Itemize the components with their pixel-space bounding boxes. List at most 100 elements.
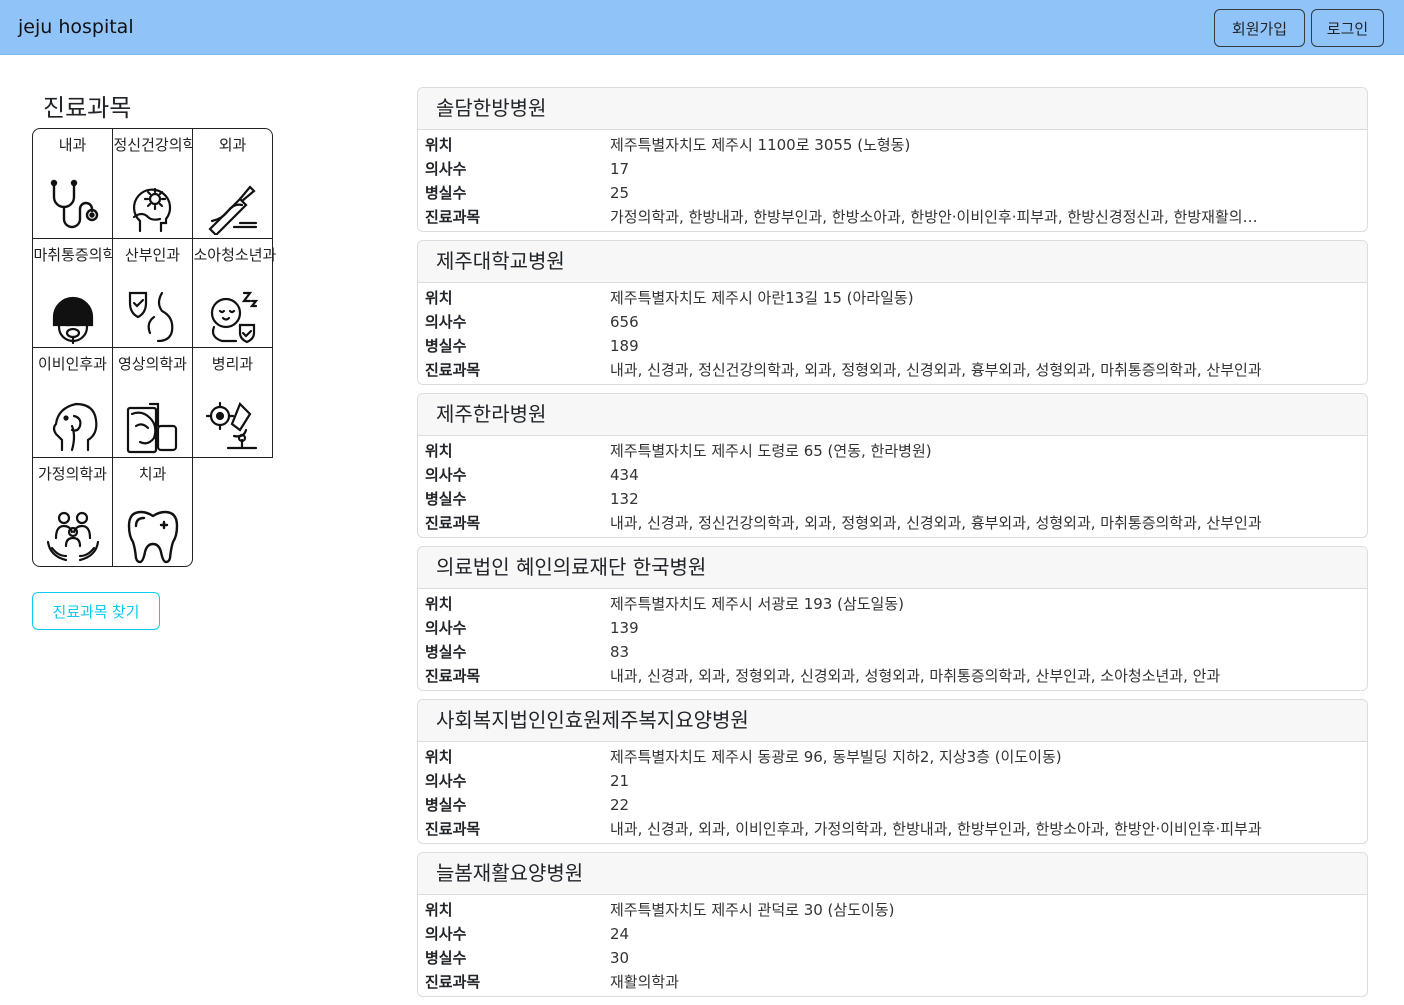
department-label: 소아청소년과 xyxy=(193,245,277,264)
department-label: 마취통증의학과 xyxy=(33,245,131,264)
hospital-name: 의료법인 혜인의료재단 한국병원 xyxy=(418,547,1367,589)
location-label: 위치 xyxy=(425,748,453,766)
hospital-name: 늘봄재활요양병원 xyxy=(418,853,1367,895)
hospital-details: 위치 제주특별자치도 제주시 1100로 3055 (노형동) 의사수 17 병실수… xyxy=(418,130,1367,229)
departments-value: 재활의학과 xyxy=(610,973,680,991)
xray-icon xyxy=(124,396,182,454)
location-value: 제주특별자치도 제주시 서광로 193 (삼도일동) xyxy=(610,595,905,613)
hospital-card[interactable]: 제주한라병원 위치 제주특별자치도 제주시 도령로 65 (연동, 한라병원) 의… xyxy=(417,393,1368,538)
department-internal-medicine[interactable]: 내과 xyxy=(32,128,113,239)
hospital-card[interactable]: 의료법인 혜인의료재단 한국병원 위치 제주특별자치도 제주시 서광로 193 (… xyxy=(417,546,1368,691)
department-anesthesiology[interactable]: 마취통증의학과 xyxy=(32,237,131,348)
departments-label: 진료과목 xyxy=(425,208,481,226)
hospital-details: 위치 제주특별자치도 제주시 관덕로 30 (삼도이동) 의사수 24 병실수 30 … xyxy=(418,895,1367,994)
rooms-label: 병실수 xyxy=(425,643,467,661)
signup-button[interactable]: 회원가입 xyxy=(1214,9,1305,47)
departments-label: 진료과목 xyxy=(425,361,481,379)
microscope-icon xyxy=(204,396,262,454)
hospital-card[interactable]: 솔담한방병원 위치 제주특별자치도 제주시 1100로 3055 (노형동) 의사… xyxy=(417,87,1368,232)
department-label: 정신건강의학과 xyxy=(113,136,211,154)
departments-label: 진료과목 xyxy=(425,820,481,838)
location-value: 제주특별자치도 제주시 아란13길 15 (아라일동) xyxy=(610,289,914,307)
department-pathology[interactable]: 병리과 xyxy=(192,347,273,458)
department-obstetrics[interactable]: 산부인과 xyxy=(112,237,193,348)
department-section-title: 진료과목 xyxy=(43,94,132,122)
doctors-value: 139 xyxy=(610,619,639,637)
location-value: 제주특별자치도 제주시 1100로 3055 (노형동) xyxy=(610,136,911,154)
location-label: 위치 xyxy=(425,442,453,460)
department-label: 영상의학과 xyxy=(117,355,187,373)
hospital-details: 위치 제주특별자치도 제주시 서광로 193 (삼도일동) 의사수 139 병실수 8… xyxy=(418,589,1367,688)
tooth-icon xyxy=(124,506,182,564)
navbar: jeju hospital 회원가입 로그인 xyxy=(0,0,1404,55)
doctors-label: 의사수 xyxy=(425,466,467,484)
departments-value: 내과, 신경과, 외과, 이비인후과, 가정의학과, 한방내과, 한방부인과, … xyxy=(610,820,1262,838)
ent-icon xyxy=(44,396,102,454)
brand-link[interactable]: jeju hospital xyxy=(18,16,134,38)
stethoscope-icon xyxy=(44,177,102,235)
department-grid: 내과 정신건강의학과 외과 마취통증의학과 산부인과 소아청소년과 이비인후과 … xyxy=(32,128,277,567)
department-label: 가정의학과 xyxy=(37,464,107,483)
doctors-value: 434 xyxy=(610,466,639,484)
pregnancy-icon xyxy=(124,287,182,345)
baby-icon xyxy=(204,287,262,345)
rooms-label: 병실수 xyxy=(425,337,467,355)
rooms-label: 병실수 xyxy=(425,796,467,814)
doctors-label: 의사수 xyxy=(425,619,467,637)
department-label: 치과 xyxy=(138,464,167,483)
hospital-name: 제주대학교병원 xyxy=(418,241,1367,283)
department-dentistry[interactable]: 치과 xyxy=(112,456,193,567)
hospital-list: 솔담한방병원 위치 제주특별자치도 제주시 1100로 3055 (노형동) 의사… xyxy=(417,87,1368,1005)
location-value: 제주특별자치도 제주시 관덕로 30 (삼도이동) xyxy=(610,901,895,919)
department-psychiatry[interactable]: 정신건강의학과 xyxy=(112,128,211,239)
rooms-value: 25 xyxy=(610,184,630,202)
department-ent[interactable]: 이비인후과 xyxy=(32,347,113,458)
location-label: 위치 xyxy=(425,136,453,154)
departments-value: 내과, 신경과, 정신건강의학과, 외과, 정형외과, 신경외과, 흉부외과, … xyxy=(610,361,1262,379)
hospital-details: 위치 제주특별자치도 제주시 아란13길 15 (아라일동) 의사수 656 병실수… xyxy=(418,283,1367,382)
hospital-name: 제주한라병원 xyxy=(418,394,1367,436)
rooms-label: 병실수 xyxy=(425,184,467,202)
department-label: 외과 xyxy=(218,136,247,154)
hospital-details: 위치 제주특별자치도 제주시 도령로 65 (연동, 한라병원) 의사수 434 병… xyxy=(418,436,1367,535)
hospital-card[interactable]: 제주대학교병원 위치 제주특별자치도 제주시 아란13길 15 (아라일동) 의사… xyxy=(417,240,1368,385)
location-label: 위치 xyxy=(425,901,453,919)
department-surgery[interactable]: 외과 xyxy=(192,128,273,239)
doctors-value: 21 xyxy=(610,772,630,790)
doctors-label: 의사수 xyxy=(425,772,467,790)
department-pediatrics[interactable]: 소아청소년과 xyxy=(192,237,277,348)
location-value: 제주특별자치도 제주시 동광로 96, 동부빌딩 지하2, 지상3층 (이도이동… xyxy=(610,748,1062,766)
department-family-medicine[interactable]: 가정의학과 xyxy=(32,456,113,567)
departments-label: 진료과목 xyxy=(425,514,481,532)
hospital-card[interactable]: 사회복지법인인효원제주복지요양병원 위치 제주특별자치도 제주시 동광로 96, … xyxy=(417,699,1368,844)
hospital-name: 사회복지법인인효원제주복지요양병원 xyxy=(418,700,1367,742)
location-value: 제주특별자치도 제주시 도령로 65 (연동, 한라병원) xyxy=(610,442,932,460)
rooms-label: 병실수 xyxy=(425,949,467,967)
anesthesia-icon xyxy=(44,287,102,345)
department-radiology[interactable]: 영상의학과 xyxy=(112,347,193,458)
mental-health-icon xyxy=(124,177,182,235)
rooms-label: 병실수 xyxy=(425,490,467,508)
doctors-label: 의사수 xyxy=(425,313,467,331)
department-label: 내과 xyxy=(58,136,87,154)
rooms-value: 132 xyxy=(610,490,639,508)
surgery-icon xyxy=(204,177,262,237)
doctors-value: 24 xyxy=(610,925,630,943)
hospital-name: 솔담한방병원 xyxy=(418,88,1367,130)
location-label: 위치 xyxy=(425,289,453,307)
find-department-button[interactable]: 진료과목 찾기 xyxy=(32,592,160,630)
doctors-value: 656 xyxy=(610,313,639,331)
rooms-value: 83 xyxy=(610,643,630,661)
login-button[interactable]: 로그인 xyxy=(1311,9,1384,47)
rooms-value: 189 xyxy=(610,337,639,355)
hospital-details: 위치 제주특별자치도 제주시 동광로 96, 동부빌딩 지하2, 지상3층 (이도… xyxy=(418,742,1367,841)
doctors-value: 17 xyxy=(610,160,630,178)
location-label: 위치 xyxy=(425,595,453,613)
departments-label: 진료과목 xyxy=(425,973,481,991)
doctors-label: 의사수 xyxy=(425,160,467,178)
departments-value: 내과, 신경과, 정신건강의학과, 외과, 정형외과, 신경외과, 흉부외과, … xyxy=(610,514,1262,532)
hospital-card[interactable]: 늘봄재활요양병원 위치 제주특별자치도 제주시 관덕로 30 (삼도이동) 의사수… xyxy=(417,852,1368,997)
department-label: 이비인후과 xyxy=(37,355,107,373)
department-label: 산부인과 xyxy=(124,245,181,264)
departments-label: 진료과목 xyxy=(425,667,481,685)
